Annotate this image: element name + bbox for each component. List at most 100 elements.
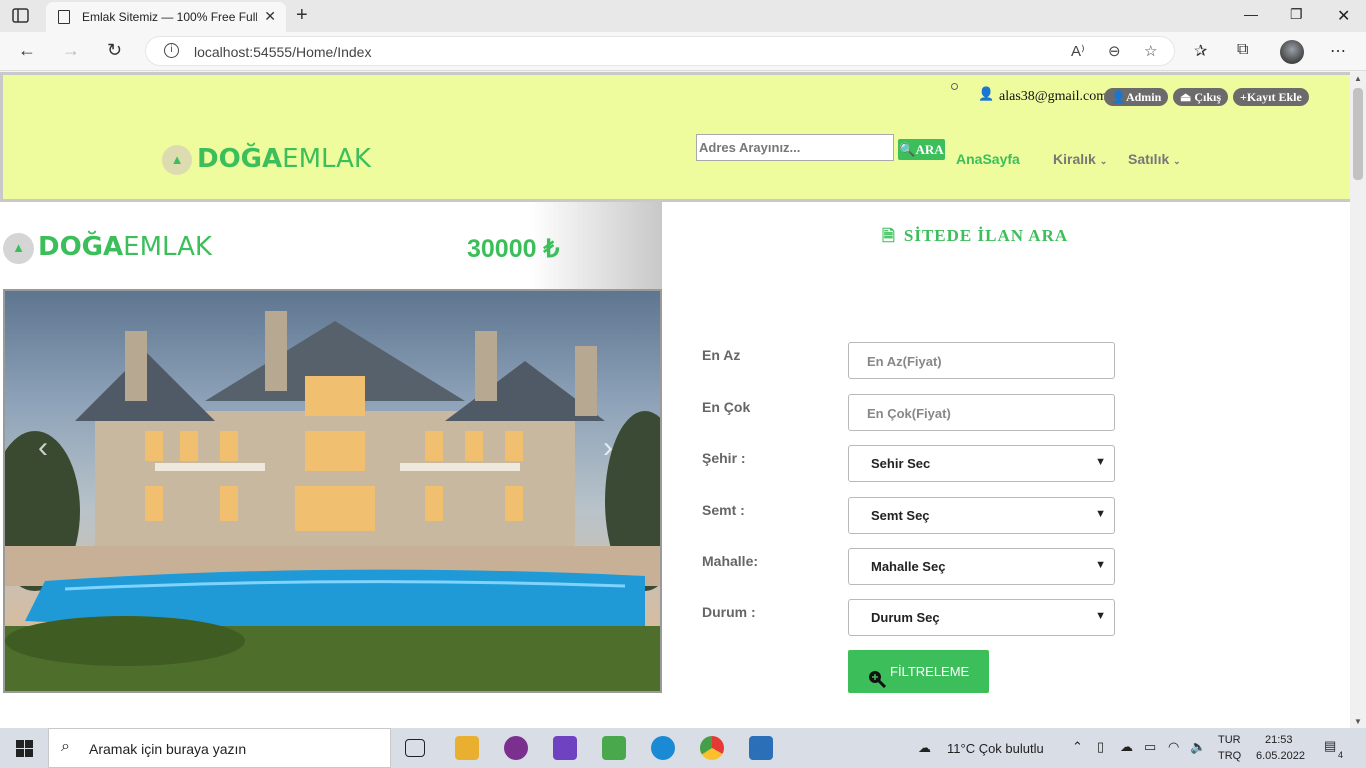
visual-studio-icon[interactable] [553,736,577,760]
onedrive-icon[interactable]: ☁ [1120,739,1133,755]
taskbar-search[interactable]: ⌕ Aramak için buraya yazın [48,728,391,768]
city-select[interactable]: Sehir Sec ▼ [848,445,1115,482]
listing-logo: DOĞAEMLAK [38,232,212,262]
carousel-prev-icon[interactable]: ‹ [38,431,48,465]
scroll-down-icon[interactable]: ▼ [1354,717,1362,726]
chevron-down-icon: ▼ [1095,559,1106,571]
network-icon[interactable]: ◠ [1168,739,1179,755]
scroll-up-icon[interactable]: ▲ [1354,74,1362,83]
site-logo[interactable]: DOĞAEMLAK [197,144,371,174]
home-logo-icon: ▲ [162,145,192,175]
clock-time[interactable]: 21:53 [1265,734,1293,746]
device-icon[interactable]: ▯ [1097,739,1104,755]
dot-icon [951,83,958,90]
address-bar[interactable]: i localhost:54555/Home/Index A⁾ ⊖ ☆ [145,36,1175,66]
search-button[interactable]: 🔍ARA [898,139,945,160]
start-windows-icon[interactable] [16,740,33,757]
weather-text[interactable]: 11°C Çok bulutlu [947,741,1044,756]
menu-home[interactable]: AnaSayfa [956,151,1020,167]
browser-tab[interactable]: Emlak Sitemiz — 100% Free Fully ✕ [46,2,286,32]
admin-user-icon: 👤 [1111,90,1126,104]
file-explorer-icon[interactable] [455,736,479,760]
minimize-icon[interactable]: — [1244,6,1258,22]
neighborhood-select[interactable]: Mahalle Seç ▼ [848,548,1115,585]
tool-app-icon[interactable] [602,736,626,760]
page-viewport: 👤 alas38@gmail.com 👤Admin ⏏ Çıkış +Kayıt… [0,72,1350,728]
add-favorite-icon[interactable]: ☆ [1144,42,1157,60]
close-tab-icon[interactable]: ✕ [264,8,276,25]
chevron-down-icon: ⌄ [1099,156,1108,166]
restore-icon[interactable]: ❐ [1290,6,1303,23]
site-header: 👤 alas38@gmail.com 👤Admin ⏏ Çıkış +Kayıt… [0,72,1350,202]
refresh-icon[interactable]: ↻ [107,40,122,61]
logout-button[interactable]: ⏏ Çıkış [1173,88,1229,106]
notification-icon[interactable]: ▤ [1324,738,1336,754]
search-form-title: 🗎 SİTEDE İLAN ARA [882,226,1069,245]
zoom-icon[interactable]: ⊖ [1108,42,1121,60]
listing-price: 30000 ₺ [467,235,560,263]
register-button[interactable]: +Kayıt Ekle [1233,88,1309,106]
user-icon: 👤 [978,86,995,101]
city-label: Şehir : [702,450,746,466]
more-menu-icon[interactable]: ⋯ [1330,41,1346,61]
weather-icon[interactable]: ☁ [918,740,931,756]
home-logo-icon: ▲ [3,233,34,264]
min-price-label: En Az [702,347,741,363]
back-icon[interactable]: ← [18,40,36,61]
status-label: Durum : [702,604,756,620]
scroll-thumb[interactable] [1353,88,1363,180]
document-search-icon: 🗎 [882,228,896,245]
browser-tab-bar: Emlak Sitemiz — 100% Free Fully ✕ + — ❐ … [0,0,1366,32]
listing-header: ▲ DOĞAEMLAK 30000 ₺ [0,202,662,289]
neighborhood-label: Mahalle: [702,553,759,569]
house-photo-carousel[interactable]: ‹ › [3,289,662,693]
min-price-input[interactable]: En Az(Fiyat) [848,342,1115,379]
show-hidden-icons-icon[interactable]: ⌃ [1072,739,1083,755]
photos-app-icon[interactable] [749,736,773,760]
favorites-icon[interactable]: ✰ [1194,41,1207,61]
language-top[interactable]: TUR [1218,734,1241,746]
page-icon [58,10,70,24]
forward-icon[interactable]: → [62,40,80,61]
chrome-browser-icon[interactable] [700,736,724,760]
address-search-input[interactable]: Adres Arayınız... [696,134,894,161]
github-desktop-icon[interactable] [504,736,528,760]
collections-icon[interactable]: ⧉ [1237,41,1248,59]
windows-taskbar: ⌕ Aramak için buraya yazın ☁ 11°C Çok bu… [0,728,1366,768]
tab-actions-icon[interactable] [12,7,30,25]
search-icon: ⌕ [61,738,70,755]
notification-count: 4 [1338,750,1344,760]
menu-rent[interactable]: Kiralık ⌄ [1053,151,1107,167]
close-window-icon[interactable]: ✕ [1337,6,1350,26]
task-view-icon[interactable] [405,739,425,757]
browser-toolbar: ← → ↻ i localhost:54555/Home/Index A⁾ ⊖ … [0,32,1366,71]
language-bottom[interactable]: TRQ [1218,750,1241,762]
clock-date[interactable]: 6.05.2022 [1256,750,1305,762]
district-label: Semt : [702,502,745,518]
search-icon: 🔍 [899,142,916,157]
tab-title: Emlak Sitemiz — 100% Free Fully [82,10,257,24]
url-text: localhost:54555/Home/Index [194,44,372,60]
site-info-icon[interactable]: i [164,43,179,58]
volume-icon[interactable]: 🔈 [1190,739,1206,755]
menu-sale[interactable]: Satılık ⌄ [1128,151,1181,167]
new-tab-icon[interactable]: + [296,4,308,27]
zoom-in-icon [868,662,887,689]
chevron-down-icon: ▼ [1095,610,1106,622]
admin-button[interactable]: 👤Admin [1104,88,1169,106]
carousel-next-icon[interactable]: › [603,431,613,465]
chevron-down-icon: ▼ [1095,508,1106,520]
status-select[interactable]: Durum Seç ▼ [848,599,1115,636]
page-scrollbar[interactable]: ▲ ▼ [1350,72,1366,728]
chevron-down-icon: ▼ [1095,456,1106,468]
user-email: alas38@gmail.com [999,89,1108,104]
max-price-label: En Çok [702,399,751,415]
chevron-down-icon: ⌄ [1173,156,1181,166]
read-aloud-icon[interactable]: A⁾ [1071,42,1085,60]
edge-browser-icon[interactable] [651,736,675,760]
profile-avatar[interactable] [1280,40,1304,64]
filter-button[interactable]: FİLTRELEME [848,650,989,693]
district-select[interactable]: Semt Seç ▼ [848,497,1115,534]
max-price-input[interactable]: En Çok(Fiyat) [848,394,1115,431]
battery-icon[interactable]: ▭ [1144,739,1156,755]
